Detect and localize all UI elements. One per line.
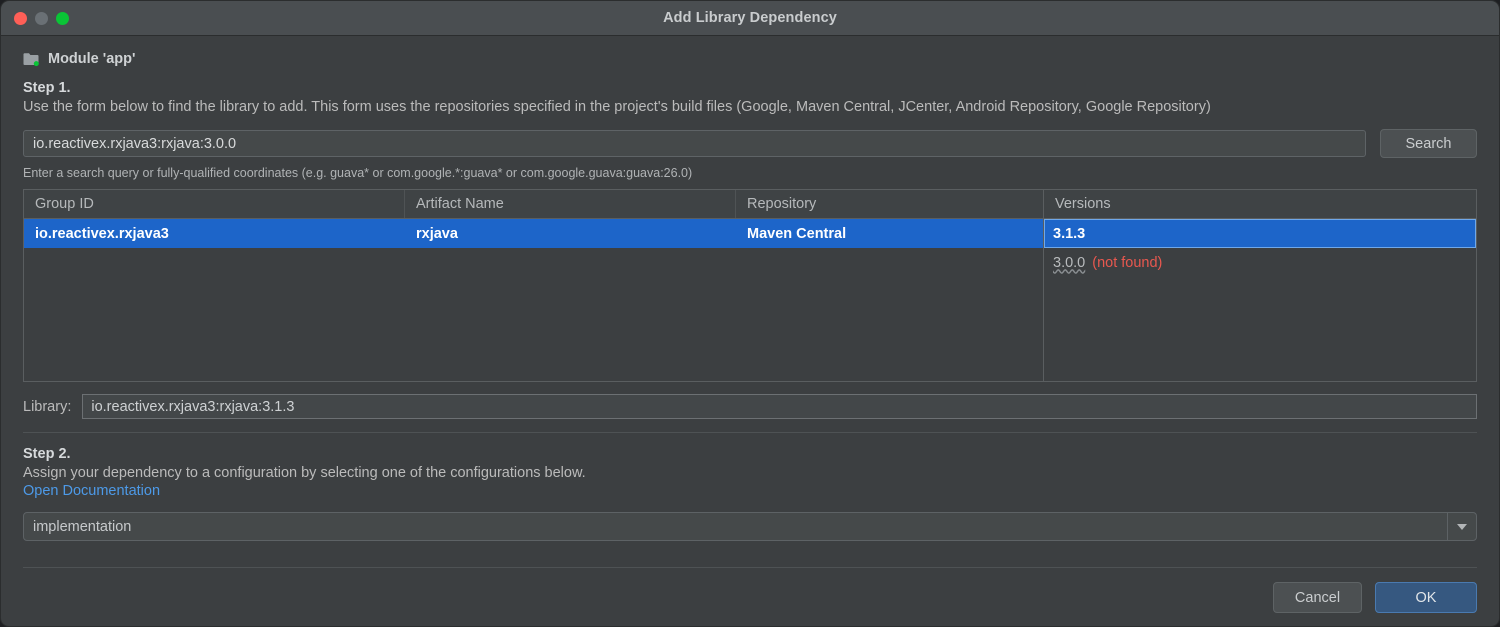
close-window-button[interactable] xyxy=(14,12,27,25)
results-left-pane: Group ID Artifact Name Repository io.rea… xyxy=(24,190,1043,381)
configuration-dropdown[interactable]: implementation xyxy=(23,512,1477,541)
window-controls xyxy=(14,1,69,35)
cancel-button[interactable]: Cancel xyxy=(1273,582,1362,613)
results-table-header: Group ID Artifact Name Repository xyxy=(24,190,1043,219)
step1-title: Step 1. xyxy=(23,80,1477,96)
dialog-footer: Cancel OK xyxy=(1273,582,1477,613)
window-title: Add Library Dependency xyxy=(1,10,1499,26)
search-row: Search xyxy=(23,129,1477,158)
step2-description: Assign your dependency to a configuratio… xyxy=(23,465,1477,481)
minimize-window-button[interactable] xyxy=(35,12,48,25)
search-input[interactable] xyxy=(23,130,1366,157)
cell-group-id: io.reactivex.rxjava3 xyxy=(24,226,405,242)
configuration-value: implementation xyxy=(24,519,1447,535)
library-value-field[interactable]: io.reactivex.rxjava3:rxjava:3.1.3 xyxy=(82,394,1477,419)
cell-artifact-name: rxjava xyxy=(405,226,736,242)
chevron-down-icon[interactable] xyxy=(1447,513,1476,540)
results-table-body: io.reactivex.rxjava3 rxjava Maven Centra… xyxy=(24,219,1043,381)
column-header-artifact-name[interactable]: Artifact Name xyxy=(405,190,736,218)
versions-list: 3.1.3 3.0.0 (not found) xyxy=(1044,219,1476,381)
ok-button[interactable]: OK xyxy=(1375,582,1477,613)
column-header-repository[interactable]: Repository xyxy=(736,190,1043,218)
library-row: Library: io.reactivex.rxjava3:rxjava:3.1… xyxy=(23,394,1477,419)
section-divider xyxy=(23,432,1477,433)
add-library-dependency-dialog: Add Library Dependency Module 'app' Step… xyxy=(0,0,1500,627)
list-item[interactable]: 3.0.0 (not found) xyxy=(1044,248,1476,277)
module-label: Module 'app' xyxy=(48,51,135,67)
search-button[interactable]: Search xyxy=(1380,129,1477,158)
column-header-group-id[interactable]: Group ID xyxy=(24,190,405,218)
versions-pane: Versions 3.1.3 3.0.0 (not found) xyxy=(1043,190,1476,381)
cell-repository: Maven Central xyxy=(736,226,1043,242)
version-label: 3.1.3 xyxy=(1053,226,1085,242)
dialog-content: Module 'app' Step 1. Use the form below … xyxy=(1,51,1499,541)
folder-module-icon xyxy=(23,52,40,67)
module-row: Module 'app' xyxy=(23,51,1477,67)
footer-divider xyxy=(23,567,1477,568)
maximize-window-button[interactable] xyxy=(56,12,69,25)
version-label: 3.0.0 xyxy=(1053,255,1085,271)
table-row[interactable]: io.reactivex.rxjava3 rxjava Maven Centra… xyxy=(24,219,1043,248)
step2-title: Step 2. xyxy=(23,446,1477,462)
column-header-versions[interactable]: Versions xyxy=(1044,190,1476,218)
window-titlebar: Add Library Dependency xyxy=(1,1,1499,36)
library-label: Library: xyxy=(23,399,71,415)
open-documentation-link[interactable]: Open Documentation xyxy=(23,483,160,499)
search-hint: Enter a search query or fully-qualified … xyxy=(23,166,1477,180)
search-results: Group ID Artifact Name Repository io.rea… xyxy=(23,189,1477,382)
version-status-badge: (not found) xyxy=(1092,255,1162,271)
list-item[interactable]: 3.1.3 xyxy=(1044,219,1476,248)
versions-table-header: Versions xyxy=(1044,190,1476,219)
step1-description: Use the form below to find the library t… xyxy=(23,99,1477,115)
